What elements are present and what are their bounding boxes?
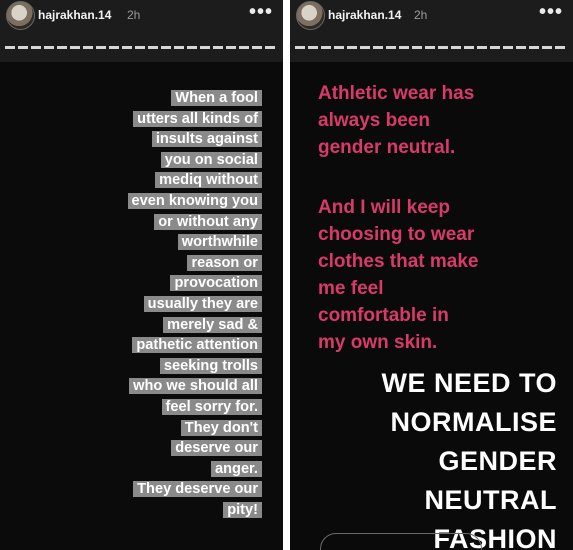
pink-text-line: comfortable in (318, 305, 449, 326)
story-text-line: even knowing you (127, 192, 262, 209)
story-panel-right[interactable]: hajrakhan.14 2h ••• Athletic wear has al… (290, 0, 573, 550)
story-text-line: When a fool (171, 90, 262, 106)
story-text-line: merely sad & (163, 316, 262, 333)
pink-text-line: gender neutral. (318, 137, 456, 158)
story-text-line: feel sorry for. (161, 398, 262, 415)
username[interactable]: hajrakhan.14 (328, 8, 401, 22)
reply-input[interactable] (320, 533, 482, 550)
story-progress-bar (5, 46, 278, 49)
story-text-line: anger. (211, 460, 262, 477)
story-text-line: They deserve our (133, 481, 262, 498)
avatar[interactable] (296, 1, 325, 30)
story-text-line: usually they are (143, 295, 262, 312)
post-time: 2h (127, 8, 141, 22)
story-text-line: mediq without (155, 172, 262, 189)
avatar[interactable] (6, 1, 35, 30)
story-header: hajrakhan.14 2h ••• (290, 0, 573, 62)
story-text-line: worthwhile (177, 234, 262, 251)
story-header: hajrakhan.14 2h ••• (0, 0, 283, 62)
story-text-block: When a fool utters all kinds of insults … (104, 88, 262, 520)
story-text-line: or without any (154, 213, 262, 230)
headline-line: WE NEED TO (381, 368, 557, 398)
story-text-line: They don't (180, 419, 262, 436)
headline-line: GENDER (438, 446, 557, 476)
pink-text-line: And I will keep (318, 197, 450, 218)
pink-text-line: me feel (318, 278, 384, 299)
pink-text-line: my own skin. (318, 332, 438, 353)
story-text-line: pity! (223, 501, 262, 518)
pink-text-line: choosing to wear (318, 224, 475, 245)
headline-text-block: WE NEED TO NORMALISE GENDER NEUTRAL FASH… (327, 364, 557, 550)
more-dots-icon[interactable]: ••• (539, 2, 563, 22)
pink-text-block-2: And I will keep choosing to wear clothes… (318, 194, 558, 356)
headline-line: NEUTRAL (424, 485, 557, 515)
story-text-line: provocation (170, 275, 262, 292)
headline-line: NORMALISE (390, 407, 557, 437)
pink-text-line: always been (318, 110, 430, 131)
story-panel-left[interactable]: hajrakhan.14 2h ••• When a fool utters a… (0, 0, 283, 550)
post-time: 2h (414, 8, 428, 22)
pink-text-block-1: Athletic wear has always been gender neu… (318, 80, 558, 161)
pink-text-line: clothes that make (318, 251, 479, 272)
story-text-line: deserve our (171, 440, 262, 457)
username[interactable]: hajrakhan.14 (38, 8, 111, 22)
story-progress-bar (295, 46, 568, 49)
story-text-line: utters all kinds of (133, 110, 262, 127)
story-text-line: pathetic attention (132, 337, 262, 354)
story-text-line: you on social (160, 151, 262, 168)
story-text-line: seeking trolls (159, 357, 262, 374)
pink-text-line: Athletic wear has (318, 83, 475, 104)
story-text-line: who we should all (129, 378, 262, 395)
story-text-line: insults against (151, 131, 262, 148)
more-dots-icon[interactable]: ••• (249, 2, 273, 22)
story-text-line: reason or (187, 254, 262, 271)
